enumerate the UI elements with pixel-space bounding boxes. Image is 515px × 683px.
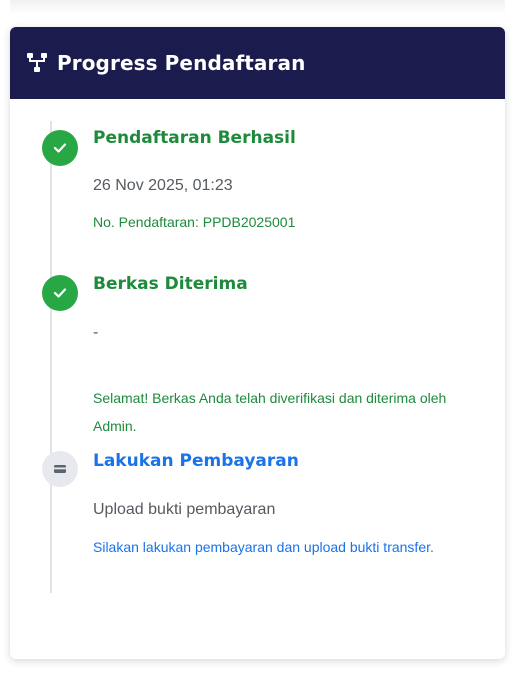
sitemap-icon (23, 51, 51, 75)
check-icon (53, 143, 67, 153)
step-2-marker (42, 275, 78, 311)
step-1-date: 26 Nov 2025, 01:23 (93, 177, 233, 194)
card-header: Progress Pendaftaran (10, 27, 505, 99)
step-3-date: Upload bukti pembayaran (93, 501, 276, 518)
card-title: Progress Pendaftaran (57, 51, 306, 75)
step-1-title: Pendaftaran Berhasil (93, 128, 296, 148)
step-2-note: Selamat! Berkas Anda telah diverifikasi … (93, 390, 447, 434)
step-3-note: Silakan lakukan pembayaran dan upload bu… (93, 539, 434, 555)
step-2-title: Berkas Diterima (93, 274, 248, 294)
credit-card-icon (54, 465, 66, 473)
step-1-marker (42, 130, 78, 166)
step-3-title: Lakukan Pembayaran (93, 451, 299, 471)
top-shadow-strip (10, 0, 505, 14)
step-1-note: No. Pendaftaran: PPDB2025001 (93, 214, 296, 230)
check-icon (53, 288, 67, 298)
step-3-marker (42, 451, 78, 487)
timeline-line (50, 121, 52, 593)
step-2-date: - (93, 324, 99, 341)
progress-card: Progress Pendaftaran Pendaftaran Berhasi… (10, 27, 505, 659)
timeline: Pendaftaran Berhasil 26 Nov 2025, 01:23 … (10, 99, 505, 659)
